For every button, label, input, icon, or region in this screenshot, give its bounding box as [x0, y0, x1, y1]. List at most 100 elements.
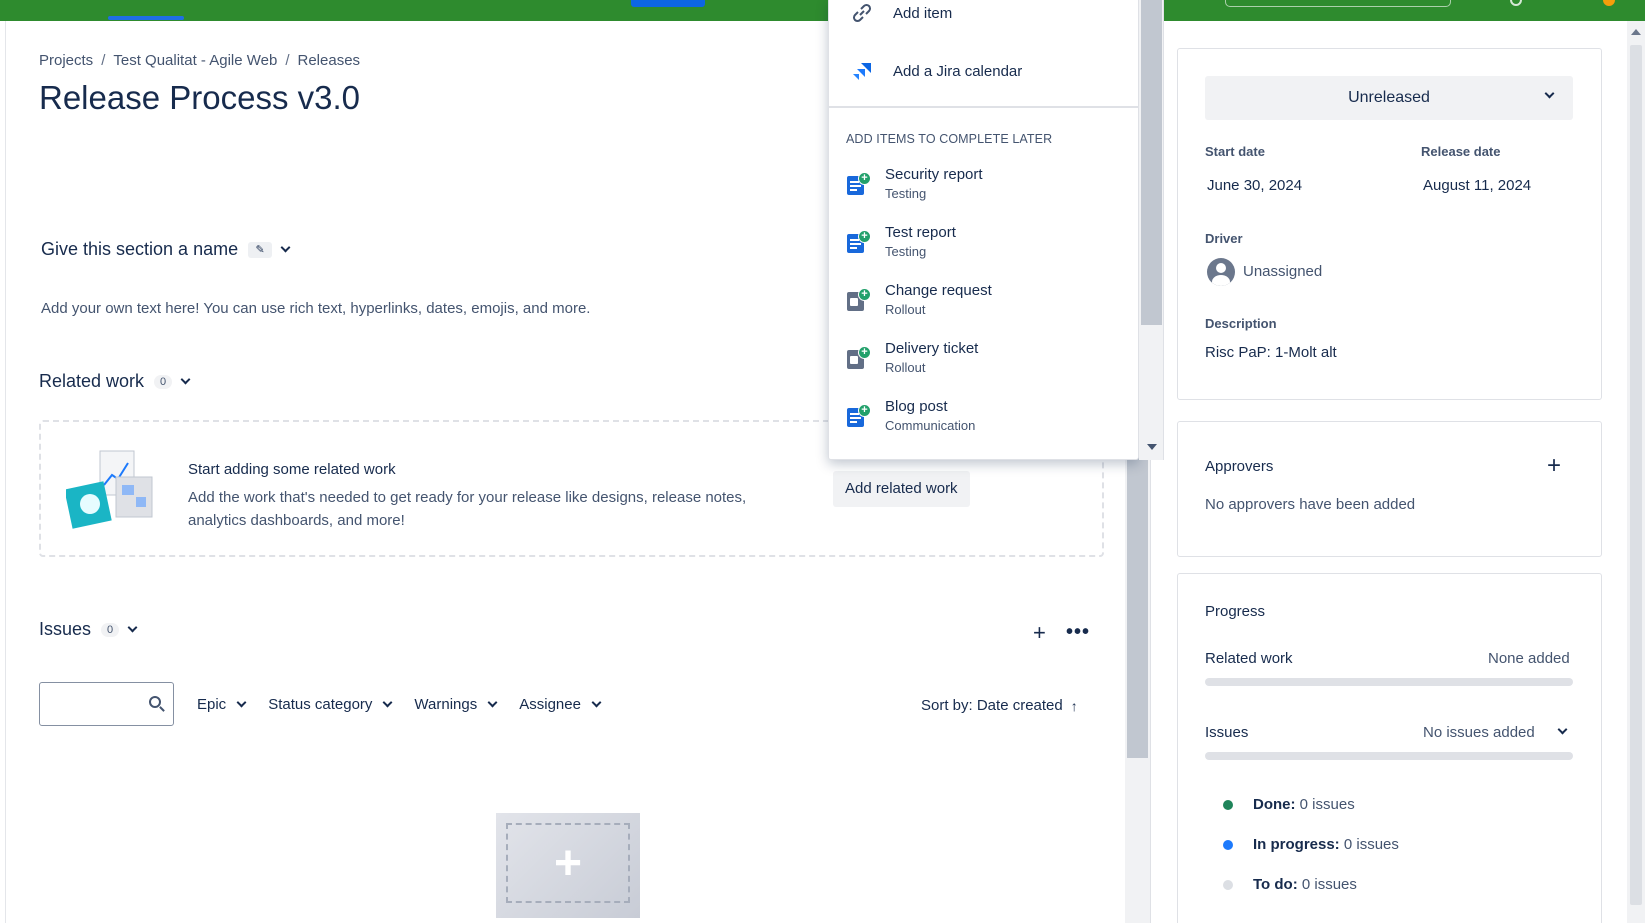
search-icon — [149, 696, 161, 708]
start-date-label: Start date — [1205, 144, 1265, 159]
chevron-down-icon — [1544, 88, 1555, 99]
document-add-icon: + — [847, 230, 871, 254]
driver-value[interactable]: Unassigned — [1243, 263, 1322, 280]
menu-section-label: ADD ITEMS TO COMPLETE LATER — [846, 132, 1053, 146]
section-header: Give this section a name ✎ — [41, 239, 291, 260]
plus-icon: + — [506, 823, 630, 903]
menu-item-subtitle: Communication — [885, 418, 976, 433]
issues-empty-illustration: + — [496, 813, 640, 918]
start-date-value[interactable]: June 30, 2024 — [1207, 177, 1302, 194]
legend-done-value: 0 issues — [1299, 796, 1355, 813]
global-search-input[interactable] — [1225, 0, 1451, 7]
breadcrumb-separator: / — [101, 52, 106, 69]
breadcrumb-project[interactable]: Test Qualitat - Agile Web — [113, 52, 277, 69]
add-approver-button[interactable]: + — [1547, 452, 1561, 480]
issue-search-field[interactable] — [39, 682, 174, 726]
add-related-work-button[interactable]: Add related work — [833, 471, 970, 507]
more-actions-button[interactable]: ••• — [1066, 621, 1090, 644]
help-icon[interactable] — [1510, 0, 1522, 6]
page-title: Release Process v3.0 — [39, 79, 360, 116]
breadcrumb-projects[interactable]: Projects — [39, 52, 93, 69]
dropdown-scrollbar-thumb[interactable] — [1141, 0, 1162, 325]
sort-label: Sort by: Date created — [921, 697, 1063, 714]
menu-item-title: Blog post — [885, 398, 948, 415]
filter-warnings[interactable]: Warnings — [414, 696, 498, 713]
approvers-card: Approvers + No approvers have been added — [1177, 421, 1602, 557]
to-do-status-dot — [1223, 879, 1233, 890]
issues-title: Issues — [39, 619, 92, 639]
create-button[interactable] — [631, 0, 705, 7]
add-issue-button[interactable]: + — [1033, 622, 1046, 644]
chevron-down-icon[interactable] — [1557, 724, 1568, 735]
filter-status-category[interactable]: Status category — [268, 696, 393, 713]
document-add-icon: + — [847, 404, 871, 428]
progress-related-value: None added — [1488, 650, 1570, 667]
sort-control[interactable]: Sort by: Date created ↑ — [921, 697, 1078, 714]
dropdown-scrollbar[interactable] — [1139, 0, 1164, 460]
edit-pencil-icon[interactable]: ✎ — [248, 241, 273, 258]
done-status-dot — [1223, 799, 1233, 810]
breadcrumb: Projects / Test Qualitat - Agile Web / R… — [39, 52, 360, 69]
issues-progress-bar — [1205, 752, 1573, 760]
progress-related-label: Related work — [1205, 650, 1293, 667]
menu-divider — [829, 106, 1138, 108]
legend-done-label: Done: — [1253, 796, 1296, 813]
menu-item-blog-post[interactable]: + Blog post Communication — [847, 398, 975, 433]
section-title[interactable]: Give this section a name — [41, 239, 238, 260]
page-scrollbar[interactable] — [1627, 21, 1645, 923]
menu-item-subtitle: Rollout — [885, 302, 926, 317]
progress-issues-value[interactable]: No issues added — [1423, 724, 1535, 741]
scroll-up-arrow-icon[interactable] — [1631, 29, 1641, 35]
menu-item-subtitle: Testing — [885, 244, 927, 259]
scroll-down-arrow-icon[interactable] — [1147, 444, 1157, 450]
top-navigation-bar — [0, 0, 1645, 21]
menu-item-subtitle: Testing — [885, 186, 927, 201]
legend-in-progress-label: In progress: — [1253, 836, 1340, 853]
chevron-down-icon — [591, 697, 602, 707]
legend-to-do-label: To do: — [1253, 876, 1298, 893]
page-scrollbar-thumb[interactable] — [1630, 45, 1642, 905]
menu-item-add-item[interactable]: Add item — [849, 0, 952, 26]
issues-header: Issues 0 — [39, 619, 138, 640]
menu-item-add-jira-calendar[interactable]: Add a Jira calendar — [849, 58, 1022, 84]
menu-item-add-jira-calendar-label: Add a Jira calendar — [893, 62, 1023, 80]
description-value[interactable]: Risc PaP: 1-Molt alt — [1205, 344, 1337, 361]
filter-epic-label: Epic — [197, 695, 227, 713]
issue-search-input[interactable] — [48, 683, 148, 723]
menu-item-test-report[interactable]: + Test report Testing — [847, 224, 956, 259]
driver-label: Driver — [1205, 231, 1243, 246]
release-status-value: Unreleased — [1348, 89, 1430, 106]
chevron-down-icon — [487, 697, 498, 707]
chevron-down-icon[interactable] — [280, 242, 291, 253]
issue-filters: Epic Status category Warnings Assignee — [39, 682, 602, 726]
chevron-down-icon[interactable] — [127, 622, 138, 633]
filter-epic[interactable]: Epic — [197, 695, 247, 713]
progress-title: Progress — [1205, 603, 1266, 620]
menu-item-title: Security report — [885, 166, 983, 183]
menu-item-title: Change request — [885, 282, 992, 299]
document-add-icon: + — [847, 172, 871, 196]
menu-item-add-item-label: Add item — [893, 4, 953, 22]
copy-add-icon: + — [847, 346, 871, 370]
breadcrumb-releases[interactable]: Releases — [298, 52, 361, 69]
chevron-down-icon[interactable] — [180, 374, 191, 385]
add-item-dropdown-menu: Add item Add a Jira calendar ADD ITEMS T… — [828, 0, 1139, 460]
release-date-value[interactable]: August 11, 2024 — [1423, 177, 1531, 194]
chevron-down-icon — [382, 697, 393, 707]
legend-in-progress-value: 0 issues — [1343, 836, 1399, 853]
legend-in-progress: In progress: 0 issues — [1223, 836, 1399, 853]
jira-icon — [853, 63, 871, 80]
legend-done: Done: 0 issues — [1223, 796, 1355, 813]
notification-icon[interactable] — [1603, 0, 1615, 6]
chevron-down-icon — [236, 697, 247, 707]
menu-item-delivery-ticket[interactable]: + Delivery ticket Rollout — [847, 340, 978, 375]
related-work-header: Related work 0 — [39, 371, 191, 392]
menu-item-security-report[interactable]: + Security report Testing — [847, 166, 983, 201]
menu-item-title: Delivery ticket — [885, 340, 979, 357]
release-status-select[interactable]: Unreleased — [1205, 76, 1573, 120]
filter-assignee[interactable]: Assignee — [519, 696, 602, 713]
menu-item-change-request[interactable]: + Change request Rollout — [847, 282, 992, 317]
active-nav-indicator — [108, 16, 184, 20]
section-description[interactable]: Add your own text here! You can use rich… — [41, 300, 590, 317]
release-details-card: Unreleased Start date June 30, 2024 Rele… — [1177, 48, 1602, 400]
